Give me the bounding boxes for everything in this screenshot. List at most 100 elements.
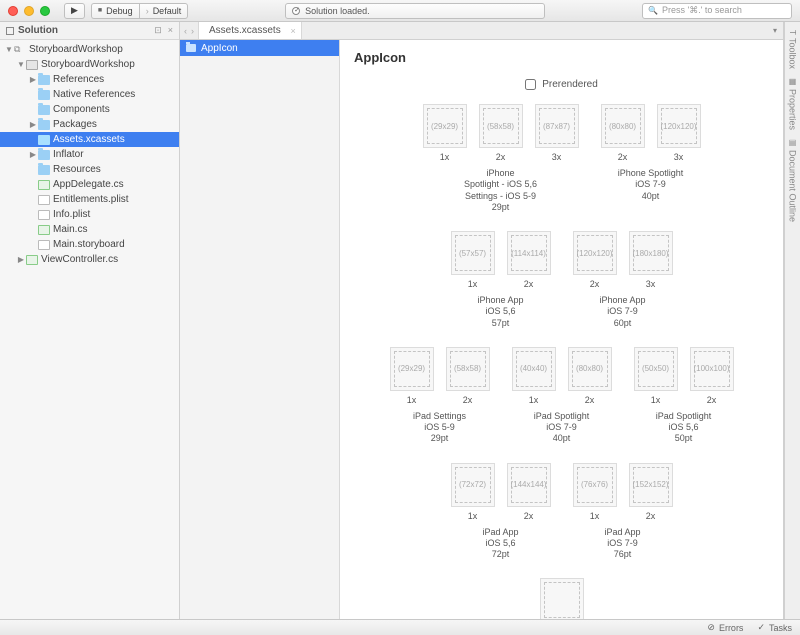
tree-item[interactable]: Assets.xcassets bbox=[0, 132, 179, 147]
icon-well[interactable]: (80x80) bbox=[568, 347, 612, 391]
asset-canvas[interactable]: AppIcon Prerendered (29x29)1x(58x58)2x(8… bbox=[340, 40, 783, 619]
search-input[interactable]: Press '⌘.' to search bbox=[642, 3, 792, 19]
rail-label: Toolbox bbox=[788, 38, 798, 69]
disclosure-icon[interactable]: ▶ bbox=[16, 255, 26, 264]
pin-icon[interactable]: ⊡ bbox=[154, 25, 162, 36]
disclosure-icon[interactable]: ▶ bbox=[28, 75, 38, 84]
tree-label: StoryboardWorkshop bbox=[29, 44, 123, 55]
folder-icon bbox=[38, 120, 50, 130]
icon-well[interactable]: (144x144) bbox=[507, 463, 551, 507]
icon-scale-label: 2x bbox=[618, 152, 628, 162]
tree-item[interactable]: Components bbox=[0, 102, 179, 117]
disclosure-icon[interactable]: ▶ bbox=[28, 150, 38, 159]
icon-well[interactable]: (29x29) bbox=[423, 104, 467, 148]
sln-icon bbox=[14, 45, 26, 55]
nav-fwd-icon[interactable]: › bbox=[191, 26, 194, 36]
icon-well[interactable]: (29x29) bbox=[390, 347, 434, 391]
icon-size-label: (100x100) bbox=[694, 351, 730, 387]
icon-well[interactable] bbox=[540, 578, 584, 619]
asset-nav[interactable]: AppIcon bbox=[180, 40, 340, 619]
icon-group: (72x72)1x(144x144)2xiPad App iOS 5,6 72p… bbox=[449, 463, 553, 561]
rail-tab[interactable]: ▤Document Outline bbox=[788, 134, 798, 226]
icon-group: (29x29)1x(58x58)2xiPad Settings iOS 5-9 … bbox=[388, 347, 492, 445]
minimize-window-icon[interactable] bbox=[24, 6, 34, 16]
rail-tab[interactable]: TToolbox bbox=[788, 26, 798, 73]
icon-well[interactable]: (72x72) bbox=[451, 463, 495, 507]
icon-well[interactable]: (40x40) bbox=[512, 347, 556, 391]
solution-tree[interactable]: ▼StoryboardWorkshop▼StoryboardWorkshop▶R… bbox=[0, 40, 179, 269]
icon-scale-label: 2x bbox=[707, 395, 717, 405]
errors-button[interactable]: ⊘ Errors bbox=[707, 622, 743, 633]
tree-item[interactable]: ▼StoryboardWorkshop bbox=[0, 57, 179, 72]
asset-editor: AppIcon AppIcon Prerendered (29x29)1x(58… bbox=[180, 40, 783, 619]
icon-scale-label: 2x bbox=[646, 511, 656, 521]
close-panel-icon[interactable]: × bbox=[168, 25, 173, 36]
icon-well[interactable]: (180x180) bbox=[629, 231, 673, 275]
config-selector[interactable]: ■Debug ›Default bbox=[91, 3, 188, 19]
icon-well[interactable]: (57x57) bbox=[451, 231, 495, 275]
zoom-window-icon[interactable] bbox=[40, 6, 50, 16]
tree-item[interactable]: ▶ ViewController.cs bbox=[0, 252, 179, 267]
tree-item[interactable]: Native References bbox=[0, 87, 179, 102]
icon-row bbox=[354, 578, 769, 619]
tree-item[interactable]: Entitlements.plist bbox=[0, 192, 179, 207]
icon-well[interactable]: (58x58) bbox=[446, 347, 490, 391]
run-button[interactable]: ▶ bbox=[64, 3, 85, 19]
icon-group-label: iPad Settings iOS 5-9 29pt bbox=[413, 411, 466, 445]
icon-well[interactable]: (58x58) bbox=[479, 104, 523, 148]
icon-well[interactable]: (100x100) bbox=[690, 347, 734, 391]
tab-label: Assets.xcassets bbox=[209, 25, 281, 36]
file-icon bbox=[38, 210, 50, 220]
tree-item[interactable]: Resources bbox=[0, 162, 179, 177]
tree-label: Assets.xcassets bbox=[53, 134, 125, 145]
tab-close-icon[interactable]: × bbox=[290, 26, 295, 36]
icon-well[interactable]: (80x80) bbox=[601, 104, 645, 148]
icon-size-label: (40x40) bbox=[516, 351, 552, 387]
icon-well[interactable]: (114x114) bbox=[507, 231, 551, 275]
icon-size-label: (29x29) bbox=[394, 351, 430, 387]
tree-item[interactable]: ▶Inflator bbox=[0, 147, 179, 162]
icon-well[interactable]: (120x120) bbox=[657, 104, 701, 148]
tree-item[interactable]: ▶References bbox=[0, 72, 179, 87]
icon-group-label: iPhone App iOS 7-9 60pt bbox=[599, 295, 645, 329]
editor-area: ‹ › Assets.xcassets × ▾ AppIcon AppIcon … bbox=[180, 22, 784, 619]
asset-nav-appicon[interactable]: AppIcon bbox=[180, 40, 339, 56]
tree-label: Entitlements.plist bbox=[53, 194, 129, 205]
icon-scale-label: 1x bbox=[651, 395, 661, 405]
rail-tab[interactable]: ▦Properties bbox=[788, 73, 798, 134]
folder-icon bbox=[38, 90, 50, 100]
icon-group: (120x120)2x(180x180)3xiPhone App iOS 7-9… bbox=[571, 231, 675, 329]
tree-item[interactable]: Info.plist bbox=[0, 207, 179, 222]
icon-well[interactable]: (87x87) bbox=[535, 104, 579, 148]
tree-item[interactable]: AppDelegate.cs bbox=[0, 177, 179, 192]
asset-nav-label: AppIcon bbox=[201, 43, 238, 54]
close-window-icon[interactable] bbox=[8, 6, 18, 16]
stop-icon: ■ bbox=[98, 7, 102, 14]
tree-item[interactable]: ▶Packages bbox=[0, 117, 179, 132]
panel-title: Solution bbox=[18, 25, 58, 36]
disclosure-icon[interactable]: ▼ bbox=[16, 60, 26, 69]
icon-scale-label: 2x bbox=[463, 395, 473, 405]
icon-size-label: (180x180) bbox=[633, 235, 669, 271]
icon-size-label: (58x58) bbox=[450, 351, 486, 387]
folder-icon bbox=[38, 165, 50, 175]
tasks-button[interactable]: ✓ Tasks bbox=[757, 622, 792, 633]
icon-group-label: iPad Spotlight iOS 5,6 50pt bbox=[656, 411, 712, 445]
tasks-icon: ✓ bbox=[757, 622, 765, 633]
tree-item[interactable]: Main.cs bbox=[0, 222, 179, 237]
icon-well[interactable]: (50x50) bbox=[634, 347, 678, 391]
tree-item[interactable]: Main.storyboard bbox=[0, 237, 179, 252]
icon-well[interactable]: (120x120) bbox=[573, 231, 617, 275]
disclosure-icon[interactable]: ▶ bbox=[28, 120, 38, 129]
icon-size-label: (76x76) bbox=[577, 467, 613, 503]
tab-overflow-icon[interactable]: ▾ bbox=[767, 22, 783, 39]
prerendered-checkbox[interactable] bbox=[525, 79, 536, 90]
icon-row: (29x29)1x(58x58)2x(87x87)3xiPhone Spotli… bbox=[354, 104, 769, 213]
nav-back-icon[interactable]: ‹ bbox=[184, 26, 187, 36]
icon-well[interactable]: (152x152) bbox=[629, 463, 673, 507]
icon-well[interactable]: (76x76) bbox=[573, 463, 617, 507]
tree-item[interactable]: ▼ StoryboardWorkshop bbox=[0, 42, 179, 57]
tab-assets[interactable]: Assets.xcassets × bbox=[199, 22, 302, 39]
disclosure-icon[interactable]: ▼ bbox=[4, 45, 14, 54]
tree-label: ViewController.cs bbox=[41, 254, 118, 265]
